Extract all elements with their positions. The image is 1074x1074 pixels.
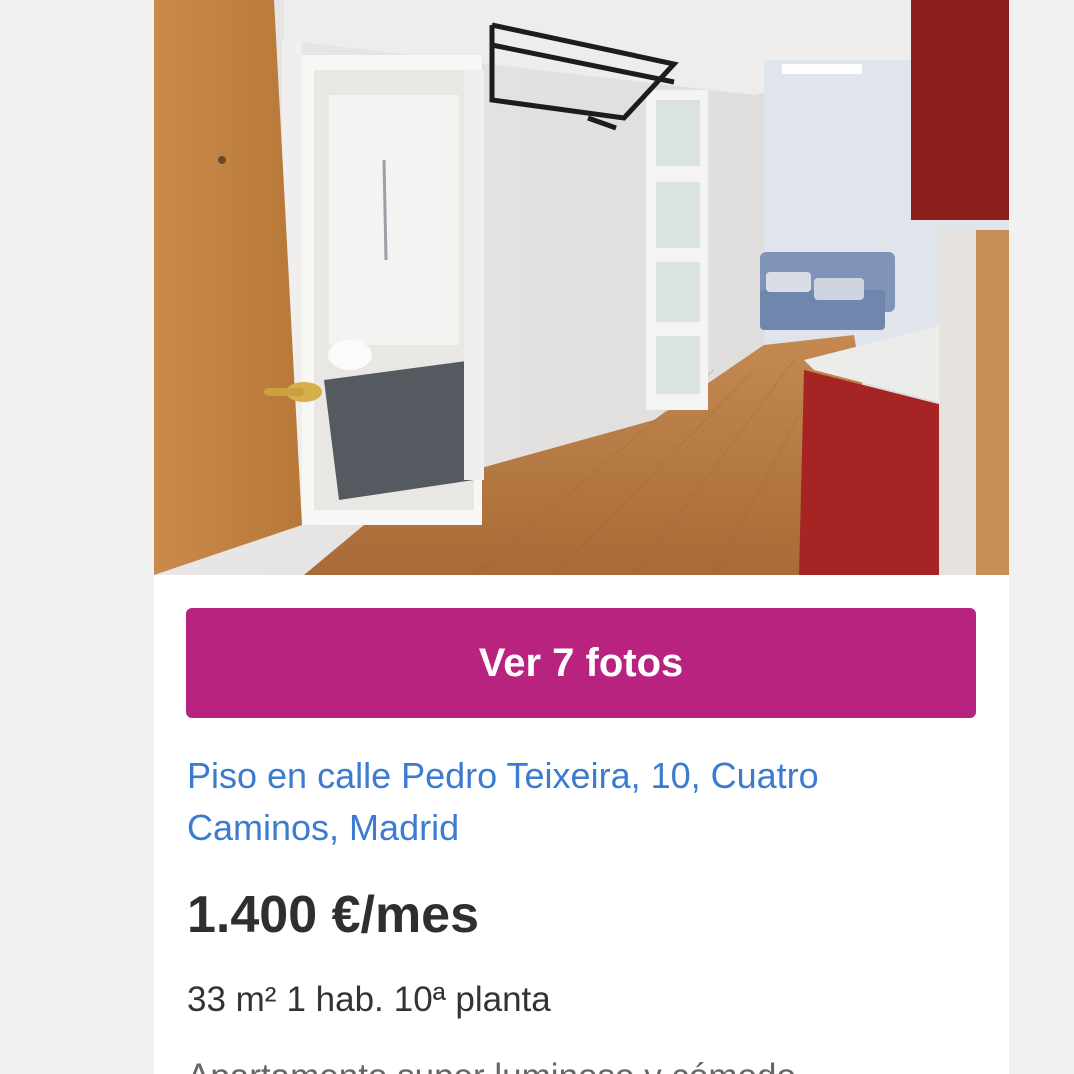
apartment-photo-icon [154,0,1009,575]
feature-area: 33 m² [187,980,277,1019]
listing-title-link[interactable]: Piso en calle Pedro Teixeira, 10, Cuatro… [187,750,947,854]
view-photos-button[interactable]: Ver 7 fotos [186,608,976,718]
listing-price: 1.400 €/mes [187,886,480,944]
listing-card: Ver 7 fotos Piso en calle Pedro Teixeira… [154,0,1009,1074]
listing-photo[interactable] [154,0,1009,575]
feature-floor: 10ª planta [393,980,551,1019]
page-frame: Ver 7 fotos Piso en calle Pedro Teixeira… [44,0,1030,1074]
listing-features: 33 m² 1 hab. 10ª planta [187,975,551,1025]
feature-rooms: 1 hab. [286,980,384,1019]
listing-description-preview: Apartamento super luminoso y cómodo [187,1052,977,1074]
